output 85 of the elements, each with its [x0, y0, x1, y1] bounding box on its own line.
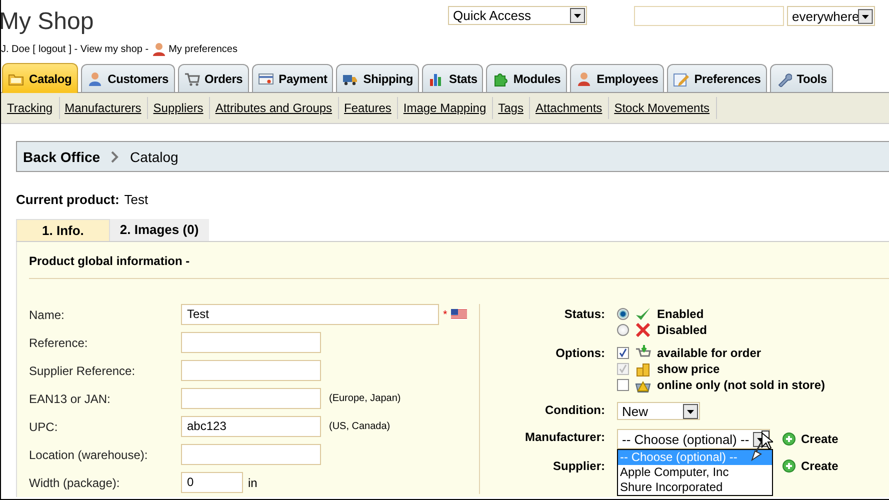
input-field[interactable]: abc123 — [181, 416, 321, 437]
field-note: (Europe, Japan) — [329, 393, 401, 404]
input-field[interactable] — [181, 360, 321, 381]
field-note: (US, Canada) — [329, 421, 390, 432]
logout-link[interactable]: logout — [38, 44, 66, 54]
status-label: Enabled — [657, 307, 704, 321]
preferences-link[interactable]: My preferences — [168, 44, 238, 54]
create-link[interactable]: Create — [801, 432, 838, 446]
cart-icon — [184, 70, 200, 86]
check-icon — [635, 307, 651, 321]
breadcrumb-current: Catalog — [130, 148, 178, 164]
pencil-icon — [673, 70, 690, 86]
status-label: Disabled — [657, 323, 708, 337]
current-product-name: Test — [124, 192, 148, 207]
input-field[interactable]: 0 — [181, 472, 243, 493]
quick-access-select[interactable]: Quick Access — [448, 6, 587, 25]
input-field[interactable] — [181, 444, 321, 465]
radio-button[interactable] — [617, 308, 629, 320]
subnav-link[interactable]: Tags — [498, 97, 530, 119]
form-label: Options: — [554, 345, 606, 362]
input-field[interactable]: Test — [181, 304, 439, 325]
subnav-link[interactable]: Features — [344, 97, 398, 119]
subnav-link[interactable]: Attributes and Groups — [215, 97, 340, 119]
input-field[interactable] — [181, 388, 321, 409]
nav-tab[interactable]: Preferences — [667, 64, 767, 92]
checkbox[interactable] — [617, 347, 629, 359]
field-label: Name: — [29, 308, 66, 322]
field-label: Width (package): — [29, 476, 121, 490]
current-product-label: Current product: — [16, 192, 120, 207]
dropdown-option[interactable]: Apple Computer, Inc — [618, 465, 772, 480]
product-tab[interactable]: 2. Images (0) — [110, 219, 209, 241]
view-shop-text: ] - View my shop - — [68, 44, 149, 54]
field-label: UPC: — [29, 420, 59, 434]
cross-icon — [635, 323, 651, 337]
form-label: Condition: — [544, 402, 606, 419]
form-label: Supplier: — [552, 458, 606, 474]
checkbox[interactable] — [617, 379, 629, 391]
condition-select[interactable]: New — [617, 402, 700, 420]
coins-icon — [635, 361, 651, 377]
nav-tab[interactable]: Customers — [80, 64, 174, 92]
nav-tab[interactable]: Modules — [486, 64, 567, 92]
form-label: Status: — [563, 306, 606, 323]
option-label: online only (not sold in store) — [657, 378, 825, 392]
shop-title: My Shop — [1, 8, 94, 36]
input-field[interactable] — [181, 332, 321, 353]
card-icon — [258, 70, 274, 86]
field-label: Location (warehouse): — [29, 448, 149, 462]
wrench-icon — [776, 70, 792, 86]
radio-button[interactable] — [617, 324, 629, 336]
unit-label: in — [248, 476, 258, 490]
nav-tab[interactable]: Orders — [178, 64, 249, 92]
subnav-link[interactable]: Image Mapping — [403, 97, 494, 119]
person-icon — [152, 42, 166, 56]
dropdown-option[interactable]: Shure Incorporated — [618, 480, 772, 495]
option-label: available for order — [657, 346, 762, 360]
subnav-link[interactable]: Suppliers — [153, 97, 210, 119]
nav-tab[interactable]: Shipping — [336, 64, 420, 92]
form-label: Manufacturer: — [524, 429, 606, 446]
option-label: show price — [657, 362, 720, 376]
nav-tab[interactable]: Catalog — [2, 63, 78, 93]
person-icon — [86, 70, 103, 86]
plus-icon — [782, 432, 796, 446]
subnav-link[interactable]: Attachments — [535, 97, 610, 119]
product-tab[interactable]: 1. Info. — [16, 219, 110, 241]
search-field[interactable] — [634, 6, 784, 26]
required-mark: * — [443, 308, 448, 320]
plus-icon — [782, 459, 796, 473]
section-title: Product global information - — [29, 242, 889, 279]
puzzle-icon — [492, 70, 508, 86]
person-icon — [576, 70, 592, 86]
nav-tab[interactable]: Payment — [252, 64, 334, 92]
nav-tab[interactable]: Stats — [422, 64, 484, 92]
field-label: Supplier Reference: — [29, 364, 136, 378]
field-label: EAN13 or JAN: — [29, 392, 112, 406]
chevron-icon — [110, 150, 120, 162]
subnav-link[interactable]: Stock Movements — [614, 97, 717, 119]
flag-icon — [451, 309, 468, 320]
user-name: J. Doe [ — [1, 44, 36, 54]
subnav-link[interactable]: Manufacturers — [64, 97, 148, 119]
nav-tab[interactable]: Tools — [770, 64, 833, 92]
nav-tab[interactable]: Employees — [570, 64, 664, 92]
subnav-link[interactable]: Tracking — [7, 97, 60, 119]
breadcrumb-link[interactable]: Back Office — [23, 148, 100, 164]
field-label: Reference: — [29, 336, 89, 350]
create-link[interactable]: Create — [801, 459, 838, 473]
